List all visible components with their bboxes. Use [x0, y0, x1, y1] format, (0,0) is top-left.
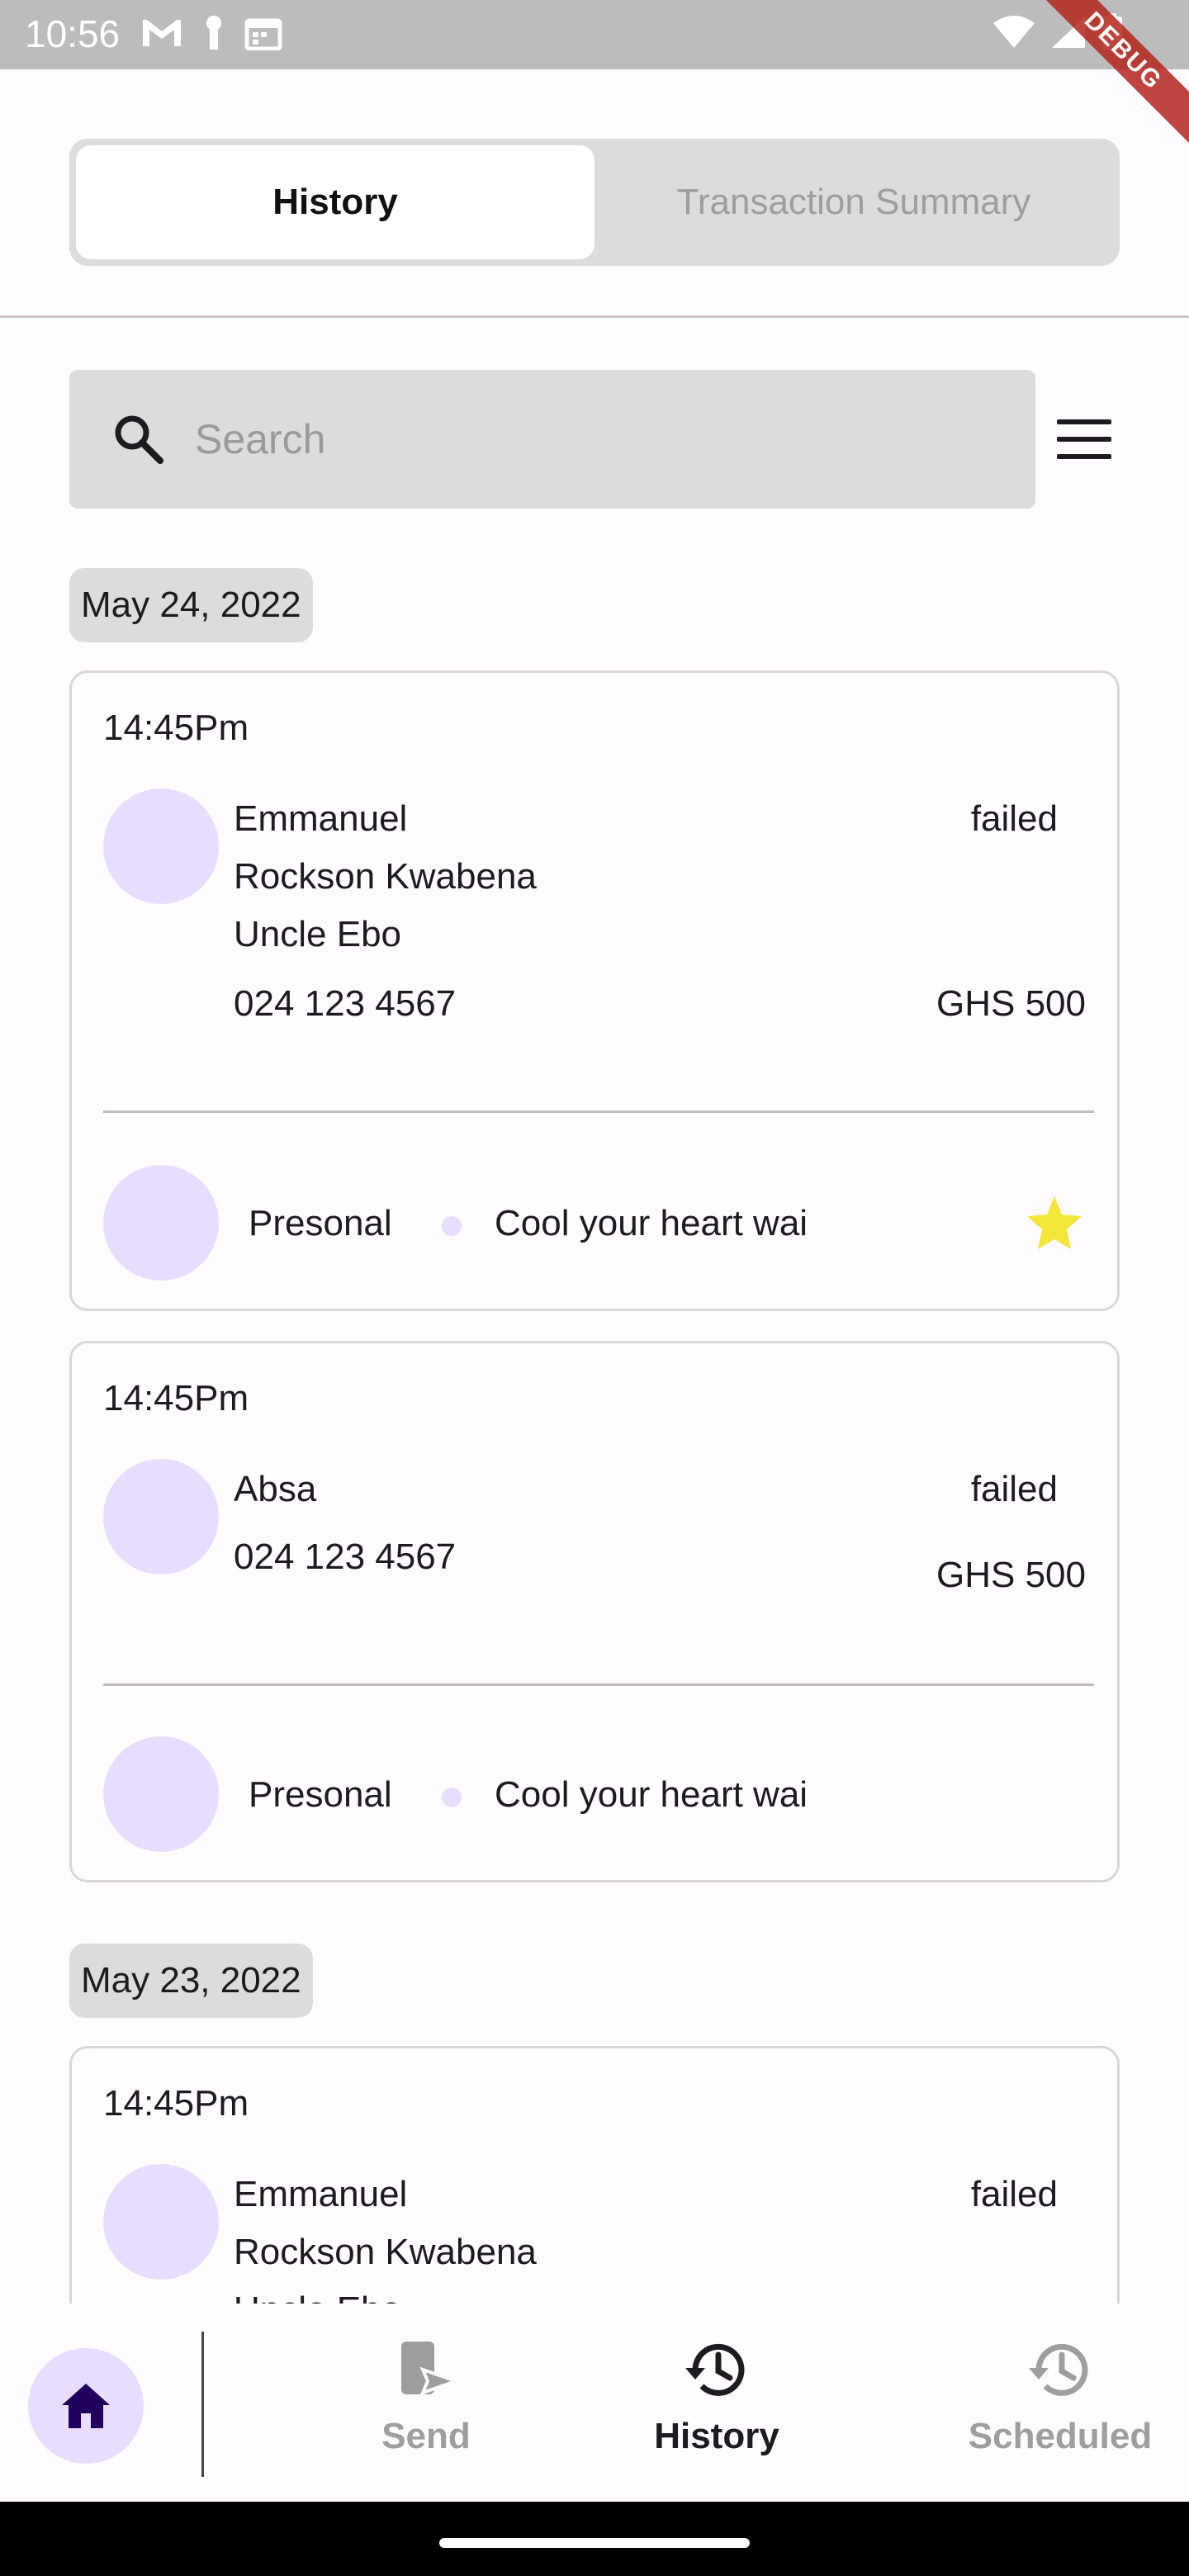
nav-send-label: Send: [381, 2416, 471, 2456]
tab-switcher: History Transaction Summary: [69, 139, 1120, 266]
amount: GHS 500: [936, 1555, 1086, 1595]
history-icon: [685, 2343, 745, 2396]
tab-history[interactable]: History: [76, 145, 594, 259]
separator-dot: [442, 1216, 462, 1236]
transaction-note: Cool your heart wai: [495, 1774, 808, 1815]
status-text: failed: [970, 798, 1058, 839]
category-avatar: [103, 1165, 219, 1281]
status-text: failed: [970, 1469, 1058, 1509]
avatar: [103, 788, 219, 904]
transaction-time: 14:45Pm: [103, 1378, 249, 1418]
transaction-card[interactable]: 14:45Pm Emmanuel Rockson Kwabena Uncle E…: [69, 2046, 1120, 2304]
scheduled-icon: [1029, 2343, 1088, 2396]
separator-dot: [442, 1788, 462, 1807]
header-divider: [0, 315, 1189, 318]
date-chip: May 24, 2022: [69, 568, 313, 642]
wifi-icon: [993, 16, 1035, 48]
recipient-name: Rockson Kwabena: [234, 856, 537, 897]
gesture-handle[interactable]: [439, 2538, 750, 2548]
avatar: [103, 2164, 219, 2280]
gesture-bar: [0, 2502, 1189, 2576]
transaction-note: Cool your heart wai: [495, 1203, 808, 1243]
menu-icon[interactable]: [1057, 419, 1111, 459]
category-avatar: [103, 1736, 219, 1852]
calendar-icon: [244, 18, 282, 50]
amount: GHS 500: [936, 983, 1086, 1024]
star-icon[interactable]: [1025, 1193, 1084, 1252]
send-icon: [401, 2342, 459, 2396]
status-time: 10:56: [25, 12, 121, 55]
nav-scheduled[interactable]: Scheduled: [936, 2337, 1184, 2457]
avatar: [103, 1459, 219, 1574]
card-divider: [103, 1683, 1094, 1686]
card-divider: [103, 1110, 1094, 1113]
phone-number: 024 123 4567: [234, 1537, 457, 1577]
transaction-time: 14:45Pm: [103, 2083, 249, 2124]
recipient-name: Absa: [234, 1469, 317, 1509]
nav-scheduled-label: Scheduled: [968, 2416, 1153, 2456]
nav-history-label: History: [654, 2416, 779, 2456]
bottom-navigation: Send History Scheduled: [0, 2304, 1189, 2502]
transaction-list: May 24, 2022 14:45Pm Emmanuel Rockson Kw…: [0, 545, 1189, 2304]
home-icon: [62, 2384, 110, 2428]
search-bar: [69, 370, 1035, 509]
notification-icons: [140, 15, 282, 51]
recipient-name: Uncle Ebo: [234, 914, 402, 954]
recipient-name: Uncle Ebo: [234, 2281, 401, 2304]
phone-number: 024 123 4567: [234, 983, 457, 1024]
status-text: failed: [970, 2174, 1058, 2214]
category-label: Presonal: [249, 1774, 392, 1815]
key-icon: [206, 16, 221, 50]
home-button[interactable]: [28, 2348, 144, 2464]
search-input[interactable]: [195, 415, 938, 463]
transaction-card[interactable]: 14:45Pm Absa failed 024 123 4567 GHS 500…: [69, 1341, 1120, 1882]
search-icon: [115, 415, 163, 464]
gmail-icon: [143, 20, 181, 46]
category-label: Presonal: [249, 1203, 392, 1243]
tab-transaction-summary[interactable]: Transaction Summary: [594, 145, 1113, 259]
nav-divider: [201, 2332, 204, 2477]
recipient-name: Rockson Kwabena: [234, 2232, 537, 2272]
transaction-card[interactable]: 14:45Pm Emmanuel Rockson Kwabena Uncle E…: [69, 670, 1120, 1311]
transaction-time: 14:45Pm: [103, 708, 249, 748]
recipient-name: Emmanuel: [234, 798, 408, 839]
nav-history[interactable]: History: [593, 2337, 841, 2457]
nav-send[interactable]: Send: [302, 2337, 550, 2457]
status-bar: 10:56 DEBUG: [0, 0, 1189, 152]
date-chip: May 23, 2022: [69, 1944, 313, 2018]
recipient-name: Emmanuel: [234, 2174, 408, 2214]
